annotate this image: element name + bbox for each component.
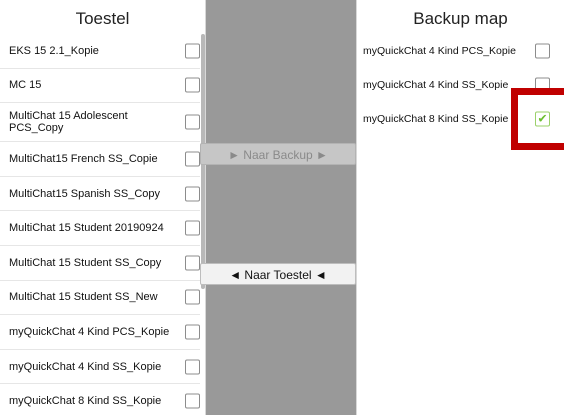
device-list: EKS 15 2.1_Kopie MC 15 MultiChat 15 Adol… (0, 34, 200, 415)
to-device-button[interactable]: ◄ Naar Toestel ◄ (200, 263, 356, 285)
device-list-item[interactable]: MultiChat 15 Adolescent PCS_Copy (0, 103, 200, 143)
device-item-label: MultiChat 15 Student SS_Copy (9, 256, 162, 269)
device-item-label: MultiChat 15 Student 20190924 (9, 222, 164, 235)
device-list-item[interactable]: myQuickChat 4 Kind PCS_Kopie (0, 315, 200, 350)
device-item-checkbox[interactable] (185, 43, 200, 59)
to-backup-button[interactable]: ► Naar Backup ► (200, 143, 356, 165)
device-panel: Toestel EKS 15 2.1_Kopie MC 15 MultiChat… (0, 0, 206, 415)
device-item-checkbox[interactable] (185, 289, 200, 305)
device-panel-title: Toestel (75, 9, 130, 28)
device-item-label: MultiChat 15 Student SS_New (9, 291, 158, 304)
device-item-checkbox[interactable] (185, 393, 200, 409)
device-item-label: MC 15 (9, 79, 42, 92)
transfer-panel (206, 0, 356, 415)
device-item-label: MultiChat15 Spanish SS_Copy (9, 187, 161, 200)
device-list-item[interactable]: MC 15 (0, 69, 200, 104)
device-item-label: myQuickChat 4 Kind PCS_Kopie (9, 325, 170, 338)
backup-item-label: myQuickChat 8 Kind SS_Kopie (363, 113, 509, 125)
device-list-item[interactable]: MultiChat 15 Student 20190924 (0, 211, 200, 246)
device-list-item[interactable]: EKS 15 2.1_Kopie (0, 34, 200, 69)
device-list-item[interactable]: MultiChat15 Spanish SS_Copy (0, 177, 200, 212)
device-list-item[interactable]: MultiChat15 French SS_Copie (0, 142, 200, 177)
device-item-checkbox[interactable] (185, 77, 200, 93)
device-item-checkbox[interactable] (185, 186, 200, 202)
backup-panel: Backup map myQuickChat 4 Kind PCS_Kopie … (356, 0, 564, 415)
device-item-label: MultiChat 15 Adolescent PCS_Copy (9, 110, 128, 135)
device-item-label: myQuickChat 4 Kind SS_Kopie (9, 360, 162, 373)
backup-item-label: myQuickChat 4 Kind SS_Kopie (363, 79, 509, 91)
backup-panel-title: Backup map (413, 9, 508, 28)
device-item-checkbox[interactable] (185, 114, 200, 130)
device-item-label: MultiChat15 French SS_Copie (9, 152, 158, 165)
device-item-label: myQuickChat 8 Kind SS_Kopie (9, 395, 162, 408)
device-item-checkbox[interactable] (185, 324, 200, 340)
device-item-checkbox[interactable] (185, 151, 200, 167)
backup-list-item[interactable]: myQuickChat 4 Kind PCS_Kopie (357, 34, 564, 68)
device-list-item[interactable]: myQuickChat 4 Kind SS_Kopie (0, 350, 200, 385)
device-item-checkbox[interactable] (185, 255, 200, 271)
device-list-item[interactable]: myQuickChat 8 Kind SS_Kopie (0, 384, 200, 415)
device-item-checkbox[interactable] (185, 220, 200, 236)
device-item-label: EKS 15 2.1_Kopie (9, 44, 99, 57)
device-item-checkbox[interactable] (185, 359, 200, 375)
backup-item-label: myQuickChat 4 Kind PCS_Kopie (363, 45, 516, 57)
device-list-item[interactable]: MultiChat 15 Student SS_New (0, 281, 200, 316)
backup-item-checkbox[interactable] (535, 43, 550, 59)
device-list-item[interactable]: MultiChat 15 Student SS_Copy (0, 246, 200, 281)
highlight-box (511, 88, 564, 150)
